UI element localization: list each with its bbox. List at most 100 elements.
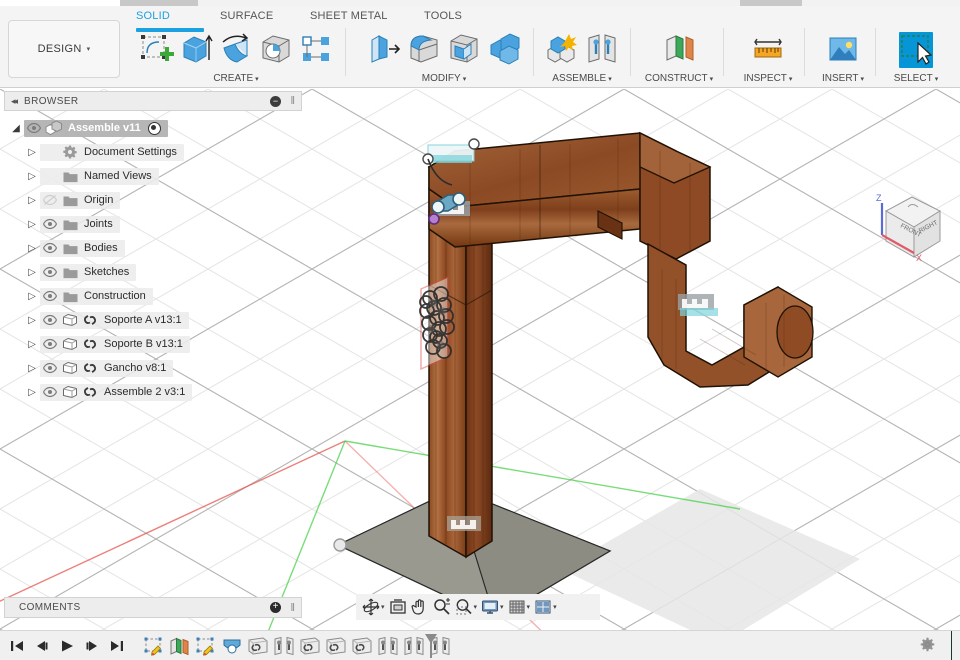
activate-component-radio[interactable]: [147, 121, 161, 135]
toolbar-group-label[interactable]: CREATE ▾: [132, 73, 340, 84]
minimize-icon[interactable]: −: [270, 95, 281, 107]
viewports-button[interactable]: ▾: [533, 596, 558, 618]
timeline-settings-button[interactable]: [920, 637, 935, 652]
timeline-revolve-1[interactable]: [220, 633, 244, 659]
revolve-button[interactable]: [219, 32, 253, 68]
timeline-sketch-2[interactable]: [194, 633, 218, 659]
timeline-sketch-1[interactable]: [142, 633, 166, 659]
shell-button[interactable]: [447, 32, 481, 68]
tree-item-named-views[interactable]: ▷ Named Views: [4, 164, 302, 188]
eye-icon-button[interactable]: [40, 314, 60, 326]
toolbar-group-label[interactable]: MODIFY ▾: [358, 73, 530, 84]
look-at-button[interactable]: [388, 596, 408, 618]
tab-surface[interactable]: SURFACE: [220, 10, 273, 22]
chevron-down-icon[interactable]: ▾: [500, 603, 504, 611]
eye-off-icon-button[interactable]: [40, 194, 60, 206]
go-to-beginning-button[interactable]: [4, 633, 29, 659]
chevron-down-icon[interactable]: ▾: [553, 603, 557, 611]
comments-panel[interactable]: COMMENTS + ‖: [4, 597, 302, 618]
timeline-rigid-2[interactable]: [298, 633, 322, 659]
panel-resize-grip[interactable]: ‖: [290, 95, 295, 107]
tree-item-assemble-2-v3-1[interactable]: ▷ Assemble 2 v3:1: [4, 380, 302, 404]
chevron-down-icon[interactable]: ▾: [527, 603, 531, 611]
chevron-right-icon[interactable]: ▷: [24, 267, 40, 278]
tab-solid[interactable]: SOLID: [136, 10, 170, 22]
step-back-button[interactable]: [29, 633, 54, 659]
create-sketch-button[interactable]: [139, 32, 174, 68]
timeline-rigid-3[interactable]: [324, 633, 348, 659]
tree-item-assemble-v11[interactable]: ◢ Assemble v11: [4, 116, 302, 140]
chevron-down-icon[interactable]: ▾: [474, 603, 478, 611]
toolbar-group-label[interactable]: CONSTRUCT ▾: [638, 73, 720, 84]
go-to-end-button[interactable]: [104, 633, 129, 659]
pan-button[interactable]: [410, 596, 430, 618]
select-button[interactable]: [899, 32, 933, 68]
tab-sheet-metal[interactable]: SHEET METAL: [310, 10, 388, 22]
workspace-switcher[interactable]: DESIGN ▾: [8, 20, 120, 78]
tree-item-soporte-b-v13-1[interactable]: ▷ Soporte B v13:1: [4, 332, 302, 356]
chevron-right-icon[interactable]: ▷: [24, 387, 40, 398]
toolbar-group-label[interactable]: INSPECT ▾: [732, 73, 804, 84]
zoom-button[interactable]: [432, 596, 452, 618]
comments-resize-grip[interactable]: ‖: [290, 602, 295, 614]
eye-icon-button[interactable]: [40, 266, 60, 278]
measure-button[interactable]: [751, 32, 785, 68]
insert-image-button[interactable]: [826, 32, 860, 68]
tree-item-sketches[interactable]: ▷ Sketches: [4, 260, 302, 284]
eye-icon-button[interactable]: [40, 338, 60, 350]
rib-button[interactable]: [299, 32, 333, 68]
press-pull-button[interactable]: [367, 32, 401, 68]
timeline-rigid-4[interactable]: [350, 633, 374, 659]
toolbar-group-label[interactable]: SELECT ▾: [882, 73, 950, 84]
viewcube[interactable]: FRONT RIGHT Z X: [866, 185, 958, 277]
tree-item-soporte-a-v13-1[interactable]: ▷ Soporte A v13:1: [4, 308, 302, 332]
collapse-panel-icon[interactable]: ◂◂: [11, 96, 18, 107]
chevron-right-icon[interactable]: ▷: [24, 291, 40, 302]
chevron-right-icon[interactable]: ▷: [24, 363, 40, 374]
new-component-button[interactable]: [545, 32, 579, 68]
play-button[interactable]: [54, 633, 79, 659]
tree-item-document-settings[interactable]: ▷ Document Settings: [4, 140, 302, 164]
offset-plane-button[interactable]: [662, 32, 696, 68]
chevron-right-icon[interactable]: ▷: [24, 339, 40, 350]
tree-item-joints[interactable]: ▷ Joints: [4, 212, 302, 236]
chevron-right-icon[interactable]: ▷: [24, 243, 40, 254]
tree-item-bodies[interactable]: ▷ Bodies: [4, 236, 302, 260]
chevron-right-icon[interactable]: ▷: [24, 147, 40, 158]
chevron-right-icon[interactable]: ▷: [24, 195, 40, 206]
timeline-joint-3[interactable]: [402, 633, 426, 659]
tab-tools[interactable]: TOOLS: [424, 10, 462, 22]
timeline-joint-2[interactable]: [376, 633, 400, 659]
eye-icon-button[interactable]: [40, 386, 60, 398]
step-forward-button[interactable]: [79, 633, 104, 659]
tree-item-construction[interactable]: ▷ Construction: [4, 284, 302, 308]
timeline-playhead-marker[interactable]: [424, 633, 438, 659]
timeline-joint-1[interactable]: [272, 633, 296, 659]
toolbar-group-label[interactable]: INSERT ▾: [812, 73, 874, 84]
fillet-button[interactable]: [407, 32, 441, 68]
toolbar-group-label[interactable]: ASSEMBLE ▾: [538, 73, 626, 84]
chevron-right-icon[interactable]: ▷: [24, 315, 40, 326]
chevron-right-icon[interactable]: ▷: [24, 171, 40, 182]
orbit-button[interactable]: ▾: [361, 596, 386, 618]
hole-button[interactable]: [259, 32, 293, 68]
timeline-plane-1[interactable]: [168, 633, 192, 659]
eye-icon-button[interactable]: [24, 122, 44, 134]
display-settings-button[interactable]: ▾: [480, 596, 505, 618]
timeline-rigid-1[interactable]: [246, 633, 270, 659]
tree-item-gancho-v8-1[interactable]: ▷ Gancho v8:1: [4, 356, 302, 380]
eye-icon-button[interactable]: [40, 218, 60, 230]
eye-icon-button[interactable]: [40, 362, 60, 374]
combine-button[interactable]: [487, 32, 521, 68]
grid-snaps-button[interactable]: ▾: [507, 596, 532, 618]
joint-button[interactable]: [585, 32, 619, 68]
chevron-down-icon[interactable]: ▾: [381, 603, 385, 611]
chevron-down-icon[interactable]: ◢: [8, 123, 24, 134]
zoom-window-button[interactable]: ▾: [454, 596, 479, 618]
eye-icon-button[interactable]: [40, 242, 60, 254]
extrude-button[interactable]: [179, 32, 213, 68]
add-comment-icon[interactable]: +: [270, 602, 281, 613]
chevron-right-icon[interactable]: ▷: [24, 219, 40, 230]
tree-item-origin[interactable]: ▷ Origin: [4, 188, 302, 212]
eye-icon-button[interactable]: [40, 290, 60, 302]
